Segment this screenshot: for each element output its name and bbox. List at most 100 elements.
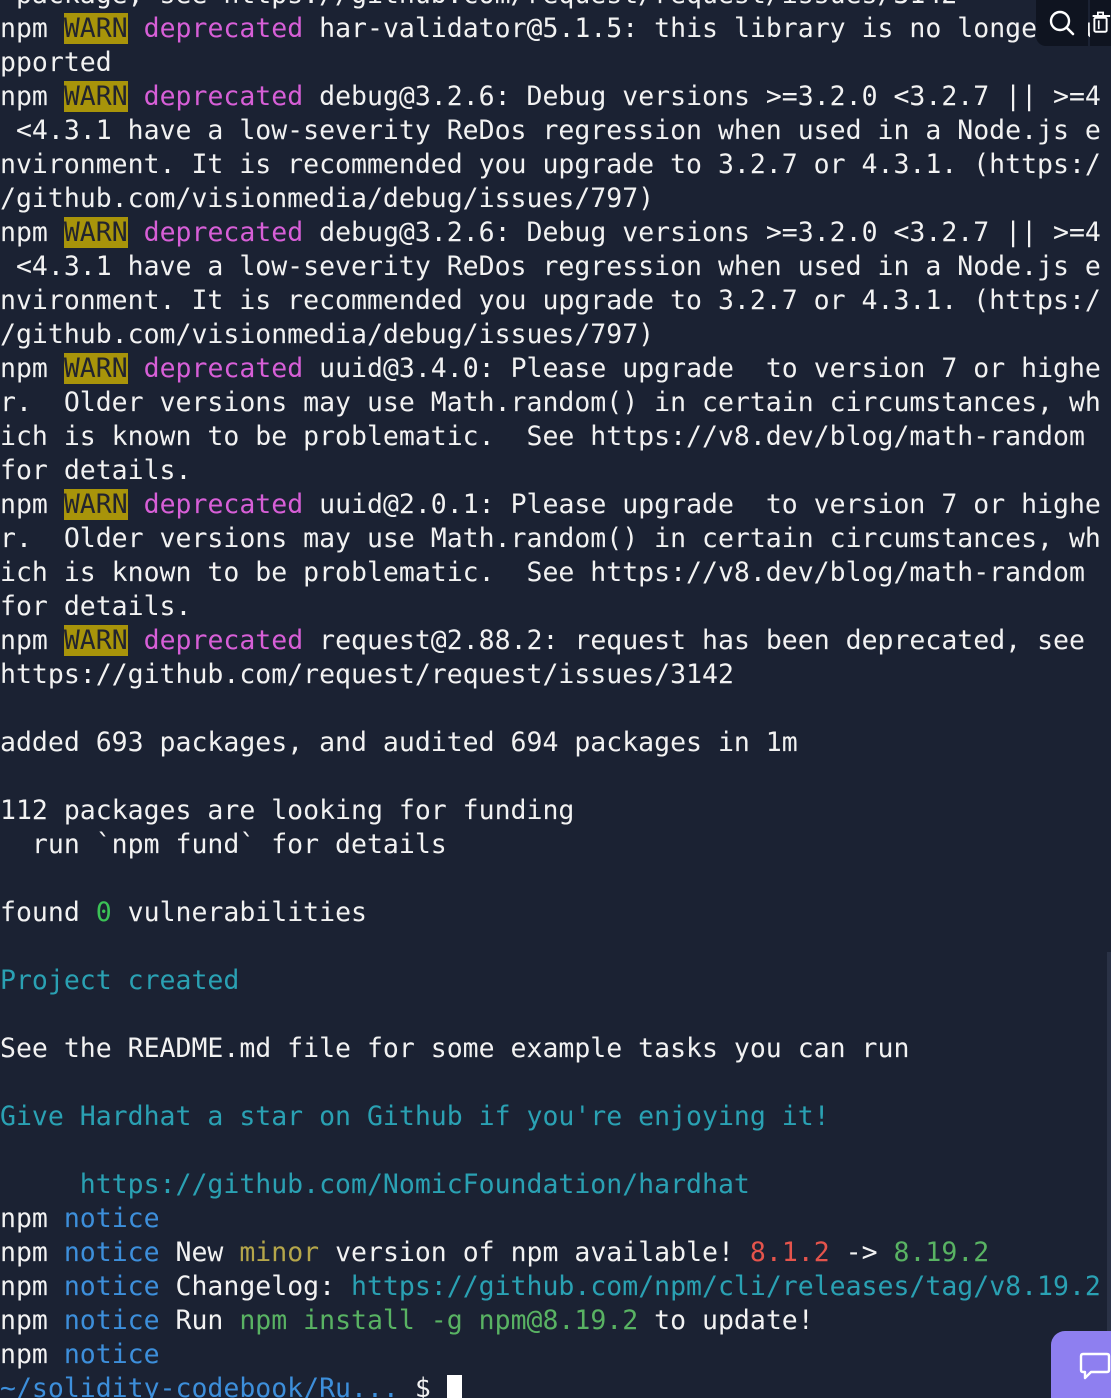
terminal-line: Give Hardhat a star on Github if you're … [0,1100,1111,1134]
terminal-line: npm WARN deprecated har-validator@5.1.5:… [0,12,1111,46]
terminal-segment: <4.3.1 have a low-severity ReDos regress… [0,251,1101,282]
terminal-segment: deprecated [143,13,304,44]
terminal-line: npm notice Changelog: https://github.com… [0,1270,1111,1304]
terminal-window[interactable]: package, see https://github.com/request/… [0,0,1111,1398]
terminal-line: /github.com/visionmedia/debug/issues/797… [0,318,1111,352]
terminal-segment: deprecated [143,81,304,112]
terminal-segment: Changelog: [159,1271,352,1302]
terminal-line: npm notice New minor version of npm avai… [0,1236,1111,1270]
terminal-line: found 0 vulnerabilities [0,896,1111,930]
terminal-segment: run `npm fund` for details [0,829,447,860]
terminal-segment: notice [63,1339,160,1370]
terminal-segment: WARN [63,13,128,44]
terminal-segment: 112 packages are looking for funding [0,795,575,826]
terminal-segment: notice [63,1305,160,1336]
terminal-line: npm WARN deprecated uuid@2.0.1: Please u… [0,488,1111,522]
terminal-segment: uuid@2.0.1: Please upgrade to version 7 … [303,489,1101,520]
terminal-segment: npm [0,217,64,248]
terminal-segment: WARN [63,217,128,248]
terminal-segment: WARN [63,353,128,384]
terminal-segment: for details. [0,591,192,622]
terminal-segment: npm [0,81,64,112]
terminal-line: ~/solidity-codebook/Ru... $ [0,1372,1111,1398]
terminal-segment: for details. [0,455,192,486]
terminal-line: /github.com/visionmedia/debug/issues/797… [0,182,1111,216]
terminal-line: for details. [0,454,1111,488]
terminal-line: Project created [0,964,1111,998]
terminal-segment: npm [0,625,64,656]
terminal-segment: r. Older versions may use Math.random() … [0,523,1101,554]
terminal-segment [128,13,144,44]
terminal-segment: npm [0,1271,64,1302]
terminal-segment: minor [239,1237,320,1268]
terminal-segment: notice [63,1203,160,1234]
chat-bubble-icon [1079,1352,1111,1380]
terminal-line: https://github.com/request/request/issue… [0,658,1111,692]
terminal-segment: found [0,897,96,928]
terminal-segment: debug@3.2.6: Debug versions >=3.2.0 <3.2… [303,217,1101,248]
terminal-line: package, see https://github.com/request/… [0,0,1111,12]
terminal-segment: pported [0,47,112,78]
terminal-segment: package, see https://github.com/request/… [0,0,957,10]
terminal-segment: 8.19.2 [893,1237,990,1268]
terminal-segment: New [159,1237,240,1268]
terminal-segment: https://github.com/NomicFoundation/hardh… [0,1169,750,1200]
terminal-segment: npm [0,1339,64,1370]
terminal-segment: Give Hardhat a star on Github if you're … [0,1101,830,1132]
terminal-segment: https://github.com/request/request/issue… [0,659,734,690]
scrollbar[interactable] [1107,952,1111,1382]
terminal-segment: r. Older versions may use Math.random() … [0,387,1101,418]
terminal-segment: npm [0,353,64,384]
terminal-segment: har-validator@5.1.5: this library is no … [303,13,1101,44]
clear-terminal-button[interactable] [1090,0,1111,46]
terminal-line: pported [0,46,1111,80]
terminal-segment: <4.3.1 have a low-severity ReDos regress… [0,115,1101,146]
terminal-segment: $ [398,1373,447,1398]
terminal-line: nvironment. It is recommended you upgrad… [0,284,1111,318]
terminal-segment: npm [0,489,64,520]
terminal-segment: deprecated [143,489,304,520]
terminal-segment: notice [63,1271,160,1302]
terminal-segment: -> [829,1237,894,1268]
terminal-line: added 693 packages, and audited 694 pack… [0,726,1111,760]
terminal-segment: to update! [638,1305,814,1336]
terminal-segment: debug@3.2.6: Debug versions >=3.2.0 <3.2… [303,81,1101,112]
terminal-segment: deprecated [143,353,304,384]
terminal-segment: request@2.88.2: request has been depreca… [303,625,1085,656]
terminal-line: run `npm fund` for details [0,828,1111,862]
terminal-output: package, see https://github.com/request/… [0,0,1111,1398]
terminal-segment [128,353,144,384]
search-button[interactable] [1036,0,1088,46]
terminal-segment [128,625,144,656]
chat-button[interactable] [1051,1331,1111,1398]
terminal-segment [128,81,144,112]
terminal-line: ich is known to be problematic. See http… [0,556,1111,590]
terminal-line: r. Older versions may use Math.random() … [0,386,1111,420]
terminal-line: <4.3.1 have a low-severity ReDos regress… [0,250,1111,284]
text-cursor [446,1375,462,1398]
terminal-segment: deprecated [143,625,304,656]
terminal-line: See the README.md file for some example … [0,1032,1111,1066]
terminal-segment: npm [0,1305,64,1336]
terminal-line: npm WARN deprecated debug@3.2.6: Debug v… [0,80,1111,114]
terminal-segment [128,217,144,248]
terminal-segment: ~/solidity-codebook/Ru... [0,1373,399,1398]
terminal-line: for details. [0,590,1111,624]
terminal-segment: 8.1.2 [749,1237,830,1268]
terminal-segment: /github.com/visionmedia/debug/issues/797… [0,319,655,350]
terminal-line: npm WARN deprecated debug@3.2.6: Debug v… [0,216,1111,250]
terminal-segment: ich is known to be problematic. See http… [0,421,1085,452]
terminal-segment: uuid@3.4.0: Please upgrade to version 7 … [303,353,1101,384]
terminal-segment: vulnerabilities [111,897,367,928]
terminal-segment: added 693 packages, and audited 694 pack… [0,727,798,758]
terminal-line: npm WARN deprecated request@2.88.2: requ… [0,624,1111,658]
terminal-segment: Project created [0,965,240,996]
terminal-line: ich is known to be problematic. See http… [0,420,1111,454]
terminal-segment: /github.com/visionmedia/debug/issues/797… [0,183,655,214]
